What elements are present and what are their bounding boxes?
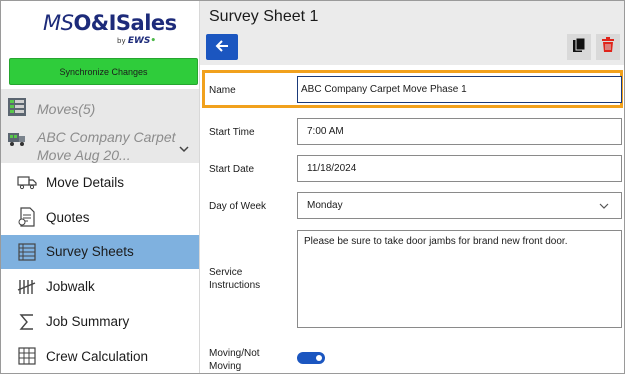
synchronize-changes-button[interactable]: Synchronize Changes bbox=[9, 58, 198, 85]
start-time-label: Start Time bbox=[209, 127, 255, 138]
sidebar-item-label: Quotes bbox=[46, 209, 90, 225]
sidebar-item-label: Move Details bbox=[46, 174, 125, 190]
back-button[interactable] bbox=[206, 34, 238, 60]
start-date-label: Start Date bbox=[209, 164, 255, 175]
service-instructions-textarea[interactable]: Please be sure to take door jambs for br… bbox=[297, 230, 622, 328]
page-title: Survey Sheet 1 bbox=[209, 8, 319, 25]
tally-icon bbox=[17, 277, 37, 297]
moving-truck-icon bbox=[7, 130, 27, 152]
sidebar-item-survey-sheets[interactable]: Survey Sheets bbox=[1, 234, 199, 270]
current-move-label: ABC Company Carpet Move Aug 20... bbox=[37, 129, 176, 163]
sidebar-item-jobwalk[interactable]: Jobwalk bbox=[1, 269, 199, 304]
moves-label: Moves(5) bbox=[37, 101, 96, 117]
app-logo: MSO&ISales by EWS• bbox=[43, 11, 177, 47]
moves-list-icon bbox=[7, 97, 27, 121]
moves-link[interactable]: Moves(5) bbox=[7, 97, 95, 121]
chevron-down-icon[interactable] bbox=[179, 139, 189, 153]
name-field[interactable]: ABC Company Carpet Move Phase 1 bbox=[297, 76, 622, 103]
main-content: Survey Sheet 1 Name ABC Company Carpet M… bbox=[200, 1, 624, 373]
service-instructions-label: Service Instructions bbox=[209, 267, 261, 291]
start-date-field[interactable]: 11/18/2024 bbox=[297, 155, 622, 182]
sigma-icon bbox=[17, 312, 37, 332]
moves-panel: Moves(5) ABC Company Carpet Move Aug 20.… bbox=[1, 89, 199, 163]
copy-button[interactable] bbox=[567, 34, 591, 60]
quote-document-icon bbox=[17, 207, 37, 227]
header-bar: Survey Sheet 1 bbox=[200, 1, 624, 65]
survey-sheet-icon bbox=[17, 242, 37, 262]
truck-icon bbox=[17, 172, 37, 192]
sidebar-item-crew-calculation[interactable]: Crew Calculation bbox=[1, 339, 199, 373]
logo-wordmark: MSO&ISales bbox=[43, 11, 177, 35]
logo-byline: by EWS• bbox=[117, 36, 157, 46]
grid-calculator-icon bbox=[17, 346, 37, 366]
copy-icon bbox=[572, 37, 586, 57]
sidebar-item-label: Survey Sheets bbox=[46, 244, 134, 260]
name-label: Name bbox=[209, 85, 236, 96]
sidebar-item-quotes[interactable]: Quotes bbox=[1, 200, 199, 235]
moving-toggle[interactable] bbox=[297, 352, 325, 364]
sidebar-item-label: Job Summary bbox=[46, 314, 130, 330]
delete-button[interactable] bbox=[596, 34, 620, 60]
sidebar-item-label: Crew Calculation bbox=[46, 348, 149, 364]
day-of-week-select[interactable]: Monday bbox=[297, 192, 622, 219]
sidebar-item-move-details[interactable]: Move Details bbox=[1, 165, 199, 200]
chevron-down-icon bbox=[599, 202, 609, 213]
sidebar: MSO&ISales by EWS• Synchronize Changes M… bbox=[1, 1, 200, 373]
app-window: MSO&ISales by EWS• Synchronize Changes M… bbox=[0, 0, 625, 374]
day-of-week-label: Day of Week bbox=[209, 201, 267, 212]
sidebar-item-job-summary[interactable]: Job Summary bbox=[1, 304, 199, 339]
sidebar-item-label: Jobwalk bbox=[46, 279, 95, 295]
arrow-left-icon bbox=[214, 38, 230, 57]
trash-icon bbox=[601, 37, 615, 57]
start-time-field[interactable]: 7:00 AM bbox=[297, 118, 622, 145]
day-of-week-value: Monday bbox=[307, 200, 343, 211]
moving-not-moving-label: Moving/Not Moving bbox=[209, 348, 260, 372]
sidebar-nav: Move Details Quotes Survey Sheets Jobwal… bbox=[1, 165, 199, 373]
